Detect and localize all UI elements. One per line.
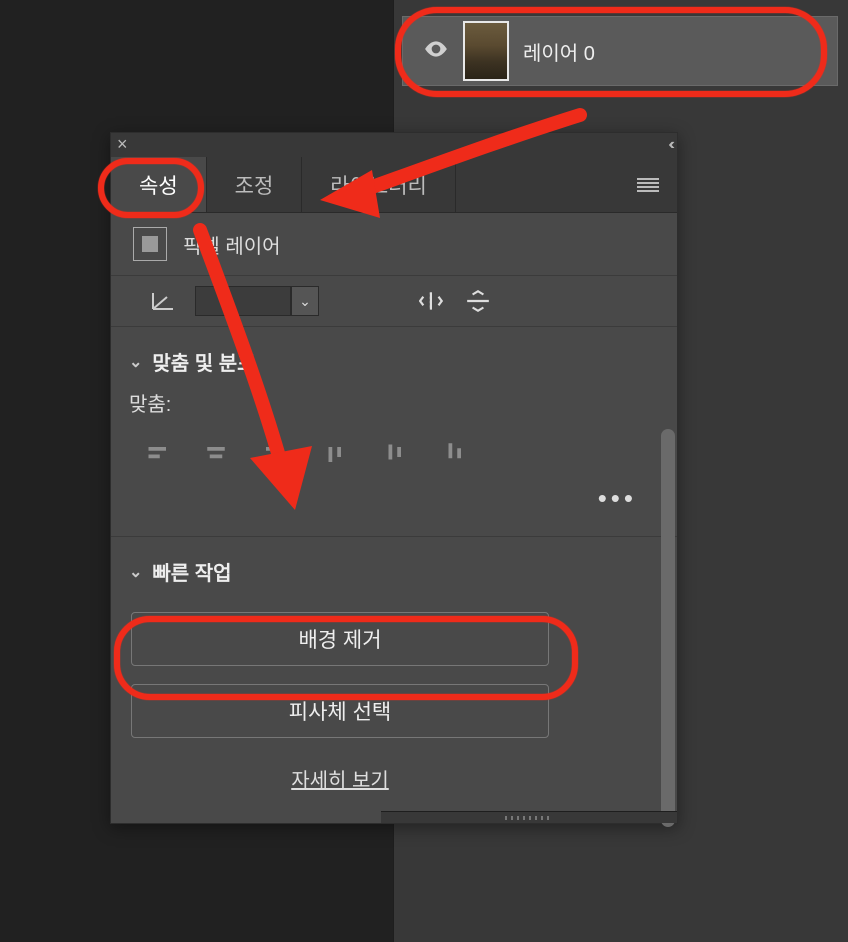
properties-panel: × ‹‹ 속성 조정 라이브러리 픽셀 레이어 ⌄ ⌄ 맞춤 및 분포 맞춤: … bbox=[110, 132, 678, 824]
learn-more-link[interactable]: 자세히 보기 bbox=[131, 756, 549, 793]
align-right-icon[interactable] bbox=[261, 439, 291, 465]
panel-tabs: 속성 조정 라이브러리 bbox=[111, 157, 677, 213]
transform-row: ⌄ bbox=[111, 276, 677, 327]
align-label: 맞춤: bbox=[111, 388, 677, 417]
close-panel-icon[interactable]: × bbox=[117, 135, 128, 153]
align-section-title: 맞춤 및 분포 bbox=[152, 347, 255, 376]
align-buttons-row bbox=[111, 417, 677, 473]
collapse-panel-icon[interactable]: ‹‹ bbox=[668, 136, 671, 154]
align-left-icon[interactable] bbox=[141, 439, 171, 465]
section-align-header[interactable]: ⌄ 맞춤 및 분포 bbox=[111, 327, 677, 388]
rotation-angle-input[interactable] bbox=[195, 286, 291, 316]
layer-thumbnail[interactable] bbox=[463, 21, 509, 81]
section-quick-actions-header[interactable]: ⌄ 빠른 작업 bbox=[111, 537, 677, 598]
scrollbar-thumb[interactable] bbox=[661, 429, 675, 827]
quick-actions-title: 빠른 작업 bbox=[152, 557, 231, 586]
panel-resize-handle[interactable] bbox=[381, 811, 677, 823]
layer-type-row: 픽셀 레이어 bbox=[111, 213, 677, 276]
rotation-angle-dropdown[interactable]: ⌄ bbox=[291, 286, 319, 316]
select-subject-button[interactable]: 피사체 선택 bbox=[131, 684, 549, 738]
flip-vertical-icon[interactable] bbox=[465, 290, 491, 312]
tab-adjustments[interactable]: 조정 bbox=[207, 157, 303, 212]
tab-properties[interactable]: 속성 bbox=[111, 157, 207, 212]
align-center-h-icon[interactable] bbox=[201, 439, 231, 465]
pixel-layer-label: 픽셀 레이어 bbox=[183, 230, 281, 259]
chevron-down-icon: ⌄ bbox=[129, 562, 142, 582]
chevron-down-icon: ⌄ bbox=[129, 352, 142, 372]
pixel-layer-icon bbox=[133, 227, 167, 261]
layer-name-label: 레이어 0 bbox=[523, 37, 595, 66]
align-bottom-icon[interactable] bbox=[441, 439, 471, 465]
layer-row[interactable]: 레이어 0 bbox=[402, 16, 838, 86]
align-top-icon[interactable] bbox=[321, 439, 351, 465]
panel-topbar: × ‹‹ bbox=[111, 133, 677, 157]
remove-background-button[interactable]: 배경 제거 bbox=[131, 612, 549, 666]
align-center-v-icon[interactable] bbox=[381, 439, 411, 465]
visibility-eye-icon[interactable] bbox=[423, 36, 449, 67]
angle-icon bbox=[151, 291, 175, 311]
align-more-button[interactable]: ••• bbox=[111, 473, 677, 536]
tab-libraries[interactable]: 라이브러리 bbox=[302, 157, 456, 212]
panel-menu-icon[interactable] bbox=[637, 178, 659, 192]
flip-horizontal-icon[interactable] bbox=[419, 290, 445, 312]
